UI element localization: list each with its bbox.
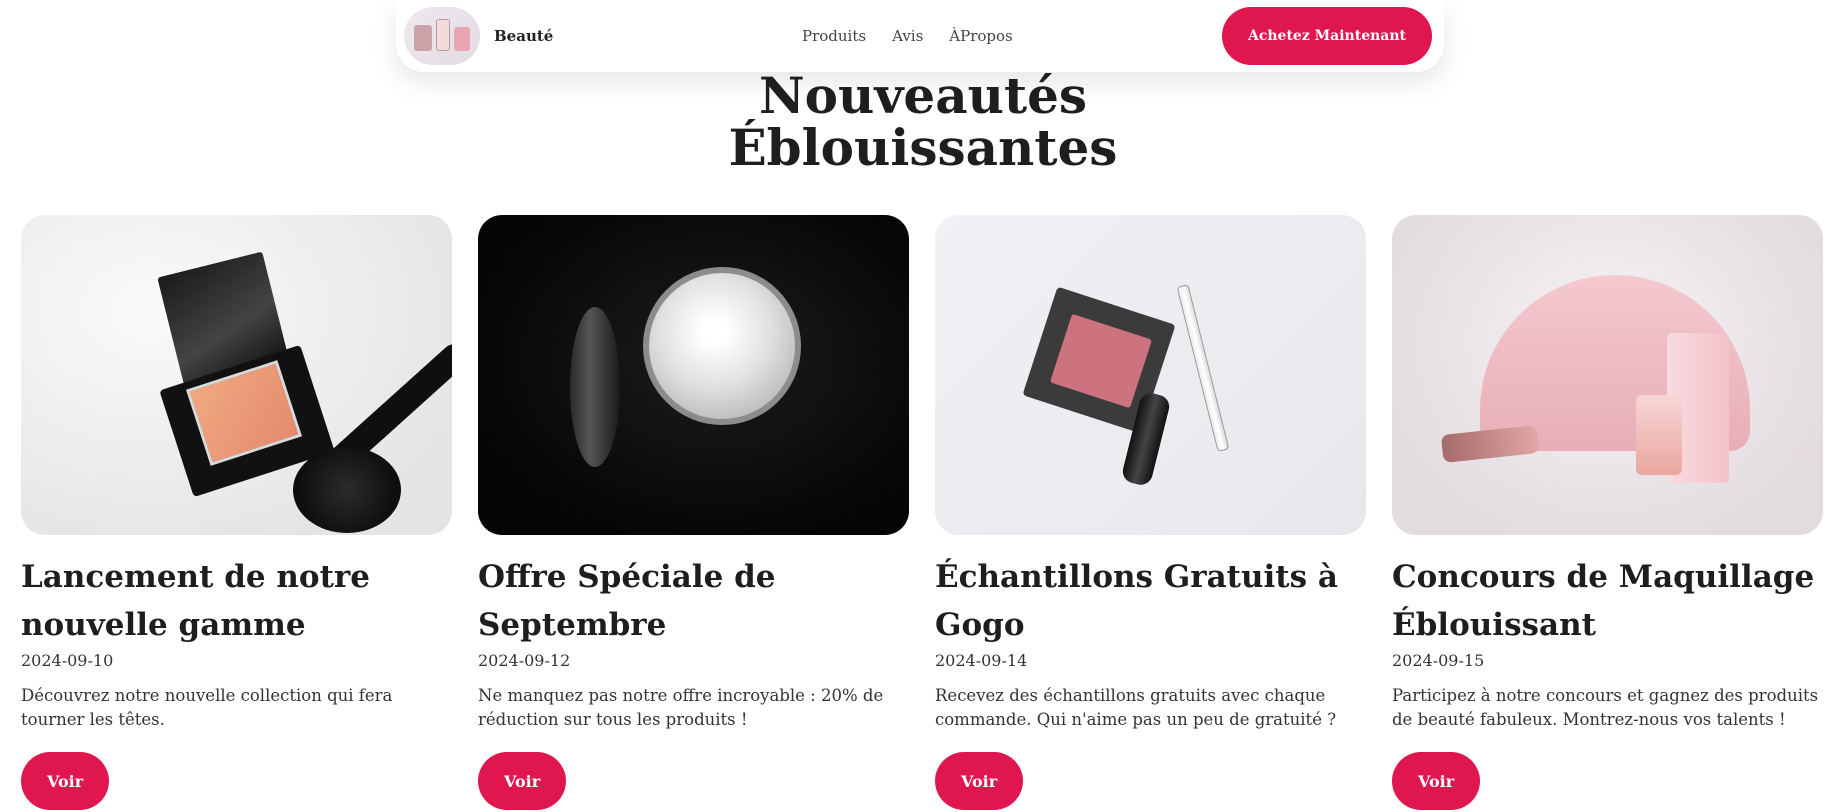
card-date: 2024-09-15	[1392, 651, 1485, 670]
card-description: Participez à notre concours et gagnez de…	[1392, 686, 1819, 729]
card-date: 2024-09-12	[478, 651, 571, 670]
news-card: Concours de Maquillage Éblouissant 2024-…	[1392, 215, 1823, 810]
card-title: Lancement de notre nouvelle gamme	[21, 559, 370, 643]
view-button[interactable]: Voir	[21, 752, 110, 810]
page-title-line-1: Nouveautés	[758, 66, 1088, 125]
jar-lid	[570, 307, 620, 467]
news-card: Offre Spéciale de Septembre 2024-09-12 N…	[478, 215, 909, 810]
card-description: Recevez des échantillons gratuits avec c…	[935, 686, 1337, 729]
nav-link-produits[interactable]: Produits	[802, 27, 866, 45]
card-title: Échantillons Gratuits à Gogo	[935, 559, 1338, 643]
card-title: Concours de Maquillage Éblouissant	[1392, 559, 1815, 643]
card-date: 2024-09-10	[21, 651, 114, 670]
card-date: 2024-09-14	[935, 651, 1028, 670]
page-title: Nouveautés Éblouissantes	[0, 70, 1846, 174]
card-description: Découvrez notre nouvelle collection qui …	[21, 686, 393, 729]
logo-product-1	[414, 25, 432, 51]
logo-product-3	[454, 27, 470, 51]
eye-pencil	[1176, 284, 1230, 452]
card-image-blush-lipstick	[935, 215, 1366, 535]
card-description: Ne manquez pas notre offre incroyable : …	[478, 686, 884, 729]
perfume-bottle	[1636, 395, 1682, 475]
buy-now-button[interactable]: Achetez Maintenant	[1221, 7, 1432, 65]
brush-bristles	[293, 447, 401, 533]
lipstick-tube	[1440, 425, 1540, 463]
main-nav: Produits Avis ÀPropos	[802, 0, 1013, 72]
view-button[interactable]: Voir	[935, 752, 1024, 810]
brand-name[interactable]: Beauté	[494, 27, 553, 45]
view-button[interactable]: Voir	[1392, 752, 1481, 810]
card-image-compact-brush	[21, 215, 452, 535]
card-title: Offre Spéciale de Septembre	[478, 559, 776, 643]
nav-link-avis[interactable]: Avis	[892, 27, 923, 45]
card-image-cotton-jar	[478, 215, 909, 535]
navbar: Beauté Produits Avis ÀPropos Achetez Mai…	[396, 0, 1444, 72]
page-title-line-2: Éblouissantes	[728, 118, 1118, 177]
logo-image[interactable]	[404, 7, 480, 65]
news-cards: Lancement de notre nouvelle gamme 2024-0…	[21, 215, 1823, 810]
card-image-pink-pouch	[1392, 215, 1823, 535]
logo-product-2	[436, 19, 450, 51]
view-button[interactable]: Voir	[478, 752, 567, 810]
cotton-jar	[643, 267, 801, 425]
news-card: Échantillons Gratuits à Gogo 2024-09-14 …	[935, 215, 1366, 810]
nav-link-apropos[interactable]: ÀPropos	[949, 27, 1012, 45]
news-card: Lancement de notre nouvelle gamme 2024-0…	[21, 215, 452, 810]
